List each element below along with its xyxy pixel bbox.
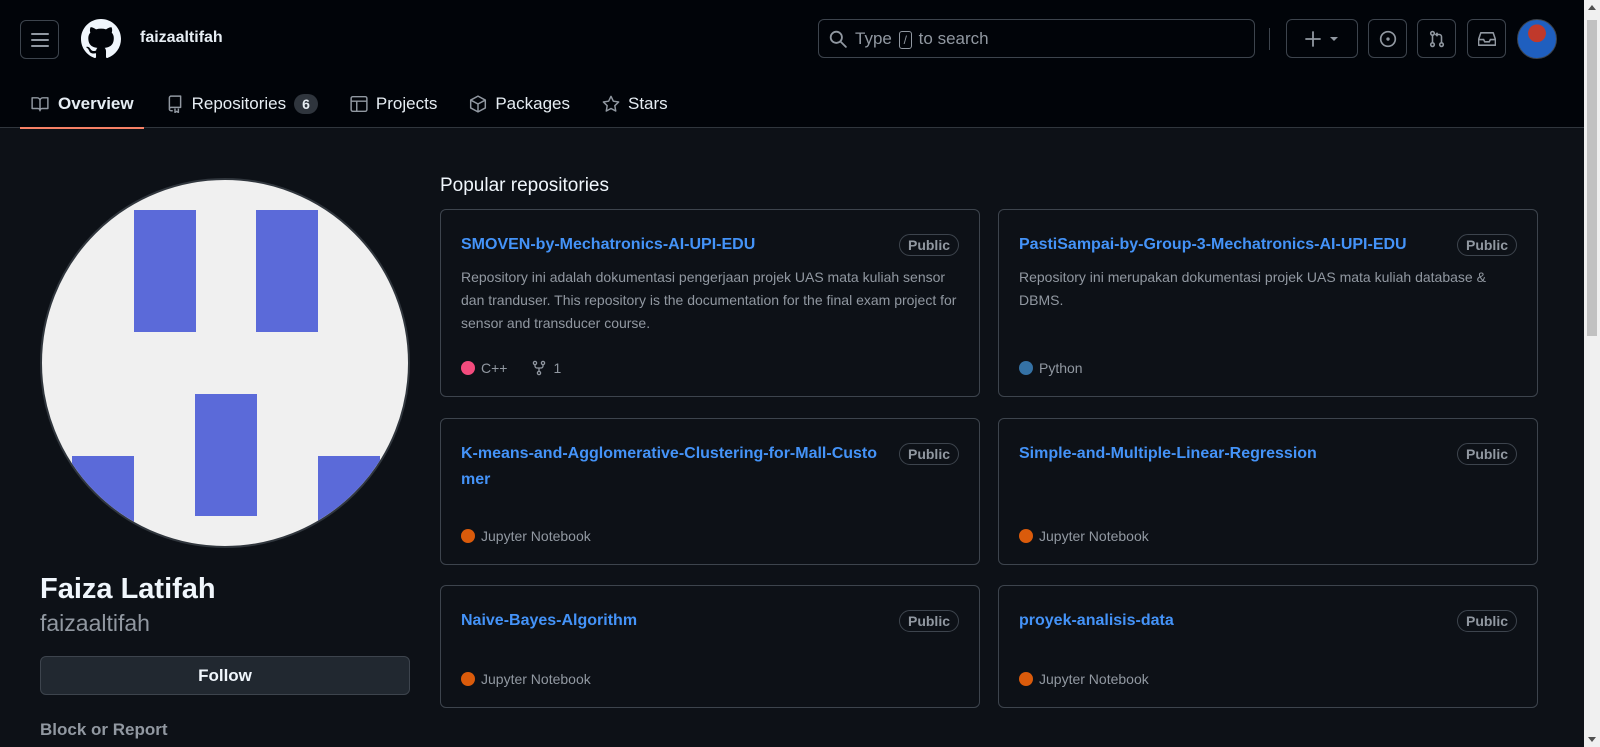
repo-card: Naive-Bayes-Algorithm Public Jupyter Not…: [440, 585, 980, 708]
git-pull-request-icon: [1429, 30, 1444, 47]
repo-description: Repository ini adalah dokumentasi penger…: [461, 269, 957, 331]
book-icon: [31, 97, 49, 112]
star-icon: [602, 95, 620, 112]
repositories-count: 6: [294, 94, 318, 114]
repo-icon: [168, 95, 181, 113]
table-icon: [350, 95, 368, 113]
repo-link[interactable]: Naive-Bayes-Algorithm: [461, 608, 637, 634]
create-new-button[interactable]: [1286, 19, 1358, 58]
tab-projects[interactable]: Projects: [340, 80, 447, 128]
visibility-badge: Public: [898, 610, 959, 632]
visibility-badge: Public: [898, 234, 959, 256]
language-color-dot: [461, 529, 475, 543]
follow-button[interactable]: Follow: [40, 656, 410, 695]
visibility-badge: Public: [1456, 443, 1517, 465]
profile-login: faizaaltifah: [40, 610, 150, 636]
issue-opened-icon: [1379, 30, 1396, 47]
header-divider: [1269, 28, 1270, 50]
search-placeholder-suffix: to search: [918, 28, 989, 48]
issues-button[interactable]: [1368, 19, 1407, 58]
page-scrollbar[interactable]: [1584, 0, 1600, 747]
repo-link[interactable]: K-means-and-Agglomerative-Clustering-for…: [461, 441, 891, 493]
language-color-dot: [461, 672, 475, 686]
chevron-down-icon: [1330, 36, 1338, 41]
inbox-button[interactable]: [1467, 19, 1506, 58]
repo-language: Jupyter Notebook: [1039, 671, 1149, 687]
repo-language: Jupyter Notebook: [1039, 528, 1149, 544]
identicon-block: [134, 210, 196, 332]
tab-stars-label: Stars: [628, 94, 668, 113]
popular-repositories-title: Popular repositories: [440, 175, 609, 196]
repo-card: K-means-and-Agglomerative-Clustering-for…: [440, 418, 980, 565]
app-header: faizaaltifah Type / to search Overview R…: [0, 0, 1584, 129]
forks-count: 1: [553, 360, 562, 376]
repo-language: Jupyter Notebook: [481, 528, 591, 544]
search-input[interactable]: Type / to search: [818, 19, 1255, 58]
language-color-dot: [1019, 672, 1033, 686]
tab-packages[interactable]: Packages: [459, 80, 580, 128]
profile-avatar[interactable]: [40, 178, 410, 548]
plus-icon: [1305, 30, 1321, 47]
repo-language: Jupyter Notebook: [481, 671, 591, 687]
repo-forked-icon: [533, 360, 546, 376]
block-or-report-link[interactable]: Block or Report: [40, 720, 168, 740]
scroll-up-icon[interactable]: [1588, 5, 1596, 10]
profile-nav: Overview Repositories 6 Projects Package…: [20, 80, 690, 129]
identicon-block: [256, 210, 318, 332]
scroll-down-icon[interactable]: [1588, 737, 1596, 742]
repo-link[interactable]: Simple-and-Multiple-Linear-Regression: [1019, 441, 1317, 467]
identicon-block: [318, 456, 380, 546]
user-avatar[interactable]: [1517, 19, 1557, 59]
search-icon: [829, 30, 847, 48]
language-color-dot: [1019, 361, 1033, 375]
tab-repositories-label: Repositories: [191, 94, 287, 113]
repo-link[interactable]: proyek-analisis-data: [1019, 608, 1174, 634]
github-logo-icon[interactable]: [81, 19, 121, 59]
repo-card: Simple-and-Multiple-Linear-Regression Pu…: [998, 418, 1538, 565]
visibility-badge: Public: [898, 443, 959, 465]
search-shortcut-key: /: [898, 30, 912, 49]
tab-repositories[interactable]: Repositories 6: [156, 80, 328, 128]
repo-language: C++: [481, 360, 508, 376]
identicon-block: [195, 394, 257, 516]
pull-requests-button[interactable]: [1417, 19, 1456, 58]
forks-link[interactable]: 1: [531, 360, 561, 376]
tab-stars[interactable]: Stars: [592, 80, 678, 128]
tab-overview-label: Overview: [58, 94, 134, 113]
repo-link[interactable]: PastiSampai-by-Group-3-Mechatronics-AI-U…: [1019, 232, 1407, 258]
scroll-thumb[interactable]: [1587, 20, 1597, 336]
tab-projects-label: Projects: [375, 94, 438, 113]
repo-language: Python: [1039, 360, 1083, 376]
repo-link[interactable]: SMOVEN-by-Mechatronics-AI-UPI-EDU: [461, 232, 755, 258]
repo-description: Repository ini merupakan dokumentasi pro…: [1019, 269, 1486, 308]
visibility-badge: Public: [1456, 234, 1517, 256]
search-placeholder-prefix: Type: [855, 28, 892, 48]
identicon-block: [72, 456, 134, 546]
visibility-badge: Public: [1456, 610, 1517, 632]
repo-card: SMOVEN-by-Mechatronics-AI-UPI-EDU Public…: [440, 209, 980, 397]
tab-packages-label: Packages: [495, 94, 570, 113]
inbox-icon: [1477, 31, 1496, 46]
profile-full-name: Faiza Latifah: [40, 573, 216, 605]
repo-card: proyek-analisis-data Public Jupyter Note…: [998, 585, 1538, 708]
language-color-dot: [461, 361, 475, 375]
hamburger-icon: [30, 32, 49, 47]
header-username[interactable]: faizaaltifah: [140, 29, 223, 47]
menu-button[interactable]: [20, 20, 59, 59]
package-icon: [470, 95, 487, 113]
tab-overview[interactable]: Overview: [20, 80, 144, 129]
language-color-dot: [1019, 529, 1033, 543]
repo-card: PastiSampai-by-Group-3-Mechatronics-AI-U…: [998, 209, 1538, 397]
